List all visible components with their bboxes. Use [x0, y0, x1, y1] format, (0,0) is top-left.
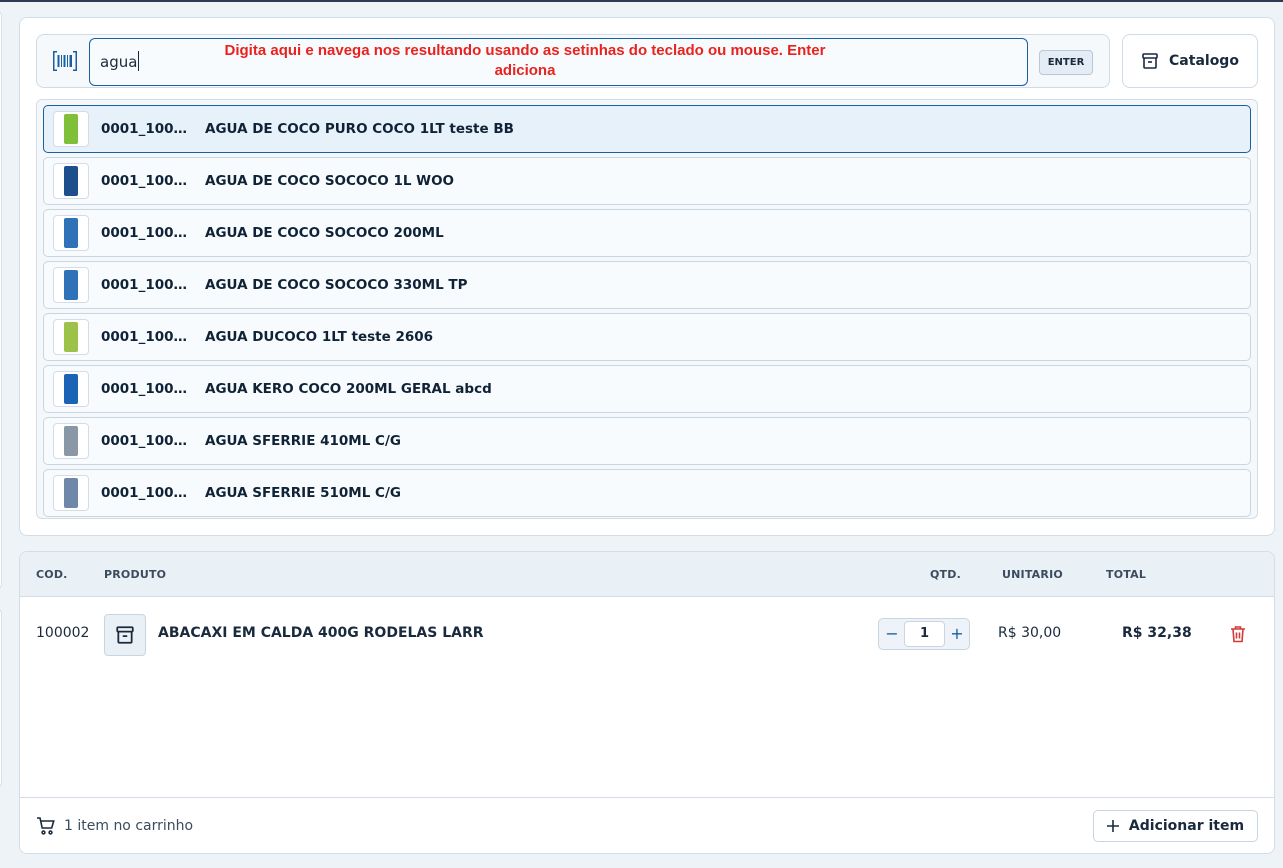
product-thumbnail [53, 423, 89, 459]
result-name: AGUA DE COCO PURO COCO 1LT teste BB [205, 121, 514, 137]
result-item[interactable]: 0001_1002... AGUA SFERRIE 510ML C/G [43, 469, 1251, 517]
quantity-input[interactable]: 1 [904, 621, 945, 647]
search-bar: agua Digita aqui e navega nos resultando… [36, 34, 1110, 88]
result-code: 0001_100261 [101, 381, 195, 397]
catalog-button[interactable]: Catalogo [1122, 34, 1258, 88]
result-item[interactable]: 0001_1002... AGUA DE COCO PURO COCO 1LT t… [43, 105, 1251, 153]
result-code: 0001_1002... [101, 485, 195, 501]
top-border [0, 0, 1283, 2]
side-panel-edge [0, 10, 2, 590]
cart-count-label: 1 item no carrinho [64, 818, 194, 834]
plus-icon [1106, 820, 1119, 832]
cart-item-total: R$ 32,38 [1122, 625, 1192, 641]
result-item[interactable]: 0001_1002... AGUA DE COCO SOCOCO 330ML TP [43, 261, 1251, 309]
result-code: 0001_1002... [101, 173, 195, 189]
header-cod: COD. [36, 568, 68, 581]
header-qtd: QTD. [930, 568, 961, 581]
result-name: AGUA KERO COCO 200ML GERAL abcd [205, 381, 492, 397]
search-input-value: agua [100, 53, 138, 71]
cart-footer: 1 item no carrinho Adicionar item [20, 797, 1274, 853]
header-produto: PRODUTO [104, 568, 167, 581]
enter-button[interactable]: ENTER [1039, 50, 1093, 75]
result-name: AGUA DE COCO SOCOCO 1L WOO [205, 173, 455, 189]
product-thumbnail [53, 267, 89, 303]
cart-panel: COD. PRODUTO QTD. UNITARIO TOTAL 100002 … [19, 551, 1275, 854]
result-code: 0001_1002... [101, 433, 195, 449]
cart-icon [37, 817, 55, 835]
product-thumbnail-shape [64, 374, 78, 404]
search-panel: agua Digita aqui e navega nos resultando… [19, 17, 1275, 536]
result-name: AGUA DE COCO SOCOCO 330ML TP [205, 277, 468, 293]
add-item-label: Adicionar item [1128, 818, 1245, 834]
cart-table-header: COD. PRODUTO QTD. UNITARIO TOTAL [20, 552, 1274, 597]
product-thumbnail-shape [64, 478, 78, 508]
result-item[interactable]: 0001_1002... AGUA DE COCO SOCOCO 1L WOO [43, 157, 1251, 205]
cart-item-cod: 100002 [36, 625, 90, 641]
archive-icon [116, 626, 134, 644]
product-thumbnail-shape [64, 426, 78, 456]
product-thumbnail-shape [64, 114, 78, 144]
cart-count: 1 item no carrinho [36, 816, 193, 836]
product-thumbnail [53, 163, 89, 199]
result-code: 0001_1002... [101, 277, 195, 293]
header-total: TOTAL [1106, 568, 1147, 581]
catalog-label: Catalogo [1169, 53, 1239, 69]
product-image-placeholder [104, 614, 146, 656]
help-annotation: Digita aqui e navega nos resultando usan… [224, 42, 826, 79]
result-name: AGUA SFERRIE 410ML C/G [205, 433, 401, 449]
result-item[interactable]: 0001_100261 AGUA KERO COCO 200ML GERAL ab… [43, 365, 1251, 413]
increment-button[interactable]: + [947, 624, 967, 644]
cart-row: 100002 ABACAXI EM CALDA 400G RODELAS LAR… [20, 610, 1274, 658]
quantity-stepper: − 1 + [878, 618, 970, 650]
decrement-button[interactable]: − [882, 624, 902, 644]
cart-item-name: ABACAXI EM CALDA 400G RODELAS LARR [158, 625, 484, 641]
result-code: 0001_1002... [101, 329, 195, 345]
result-item[interactable]: 0001_1002... AGUA DE COCO SOCOCO 200ML [43, 209, 1251, 257]
result-code: 0001_1002... [101, 121, 195, 137]
product-thumbnail-shape [64, 218, 78, 248]
result-code: 0001_1002... [101, 225, 195, 241]
product-thumbnail-shape [64, 166, 78, 196]
product-thumbnail [53, 319, 89, 355]
header-unitario: UNITARIO [1002, 568, 1063, 581]
cart-item-unit-price: R$ 30,00 [998, 625, 1062, 641]
archive-icon [1142, 53, 1158, 69]
result-name: AGUA SFERRIE 510ML C/G [205, 485, 401, 501]
search-input[interactable]: agua Digita aqui e navega nos resultando… [89, 38, 1028, 86]
result-name: AGUA DE COCO SOCOCO 200ML [205, 225, 444, 241]
add-item-button[interactable]: Adicionar item [1093, 810, 1258, 842]
result-name: AGUA DUCOCO 1LT teste 2606 [205, 329, 434, 345]
result-item[interactable]: 0001_1002... AGUA DUCOCO 1LT teste 2606 [43, 313, 1251, 361]
search-results-list: 0001_1002... AGUA DE COCO PURO COCO 1LT t… [36, 99, 1258, 519]
text-caret [138, 51, 140, 71]
result-item[interactable]: 0001_1002... AGUA SFERRIE 410ML C/G [43, 417, 1251, 465]
product-thumbnail [53, 111, 89, 147]
product-thumbnail [53, 475, 89, 511]
barcode-icon[interactable] [53, 51, 77, 71]
product-thumbnail [53, 371, 89, 407]
product-thumbnail [53, 215, 89, 251]
product-thumbnail-shape [64, 270, 78, 300]
trash-icon[interactable] [1230, 625, 1246, 643]
product-thumbnail-shape [64, 322, 78, 352]
side-panel-edge-lower [0, 608, 2, 788]
